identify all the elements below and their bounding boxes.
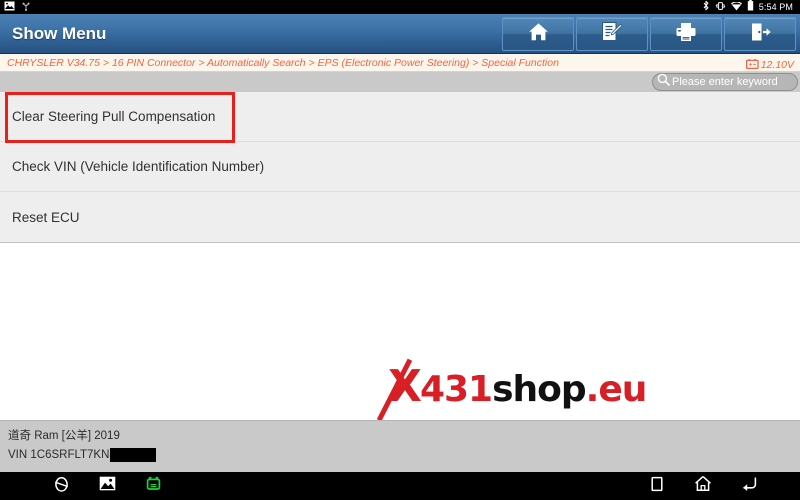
print-button[interactable]	[650, 17, 722, 51]
vin-redaction-block	[110, 448, 156, 462]
list-item[interactable]: Clear Steering Pull Compensation	[0, 92, 800, 142]
app-title-bar: Show Menu	[0, 14, 800, 54]
vehicle-info-bar: 道奇 Ram [公羊] 2019 VIN 1C6SRFLT7KN8	[0, 420, 800, 472]
back-arrow-icon	[740, 476, 758, 497]
recents-square-icon	[650, 476, 664, 497]
edit-note-icon	[601, 21, 623, 47]
list-item-label: Reset ECU	[12, 209, 80, 225]
search-strip: Please enter keyword	[0, 72, 800, 92]
search-placeholder: Please enter keyword	[672, 75, 778, 88]
page-title: Show Menu	[12, 24, 107, 43]
printer-icon	[675, 22, 697, 47]
image-icon	[99, 476, 116, 496]
nav-screenshot-button[interactable]	[38, 472, 84, 500]
watermark-x: X	[388, 361, 422, 412]
nav-recents-button[interactable]	[634, 472, 680, 500]
watermark-tld: .eu	[585, 369, 648, 410]
nav-home-button[interactable]	[680, 472, 726, 500]
status-bar-clock: 5:54 PM	[758, 1, 793, 12]
home-icon	[528, 22, 549, 47]
vehicle-model: 道奇 Ram [公羊] 2019	[8, 430, 120, 442]
edit-button[interactable]	[576, 17, 648, 51]
app-root: 5:54 PM Show Menu CHRYSLER V34.75 > 16 P…	[0, 0, 800, 500]
nav-back-button[interactable]	[726, 472, 772, 500]
voltage-value: 12.10V	[760, 59, 794, 71]
android-status-bar: 5:54 PM	[0, 0, 800, 14]
menu-list: Clear Steering Pull Compensation Check V…	[0, 92, 800, 243]
vin-value: 1C6SRFLT7KN8	[30, 449, 116, 461]
home-outline-icon	[694, 475, 712, 497]
exit-door-icon	[750, 22, 771, 47]
vehicle-vin-row: VIN 1C6SRFLT7KN8	[8, 447, 156, 464]
breadcrumb-bar: CHRYSLER V34.75 > 16 PIN Connector > Aut…	[0, 54, 800, 72]
nav-vci-button[interactable]	[130, 472, 176, 500]
search-input[interactable]: Please enter keyword	[652, 73, 798, 91]
android-nav-bar	[0, 472, 800, 500]
list-item[interactable]: Reset ECU	[0, 192, 800, 242]
nav-gallery-button[interactable]	[84, 472, 130, 500]
search-icon	[657, 73, 670, 91]
list-item-label: Clear Steering Pull Compensation	[12, 109, 216, 124]
list-item-label: Check VIN (Vehicle Identification Number…	[12, 159, 265, 174]
home-button[interactable]	[502, 17, 574, 51]
title-bar-toolbar	[502, 17, 796, 51]
exit-button[interactable]	[724, 17, 796, 51]
vin-label: VIN	[8, 449, 28, 461]
watermark-number: 431	[419, 369, 493, 410]
watermark-logo: X 431 shop .eu	[388, 361, 648, 415]
breadcrumb[interactable]: CHRYSLER V34.75 > 16 PIN Connector > Aut…	[7, 56, 559, 70]
list-item[interactable]: Check VIN (Vehicle Identification Number…	[0, 142, 800, 192]
screenshot-icon	[53, 475, 70, 498]
watermark-shop: shop	[492, 369, 587, 410]
vci-icon	[145, 475, 162, 497]
